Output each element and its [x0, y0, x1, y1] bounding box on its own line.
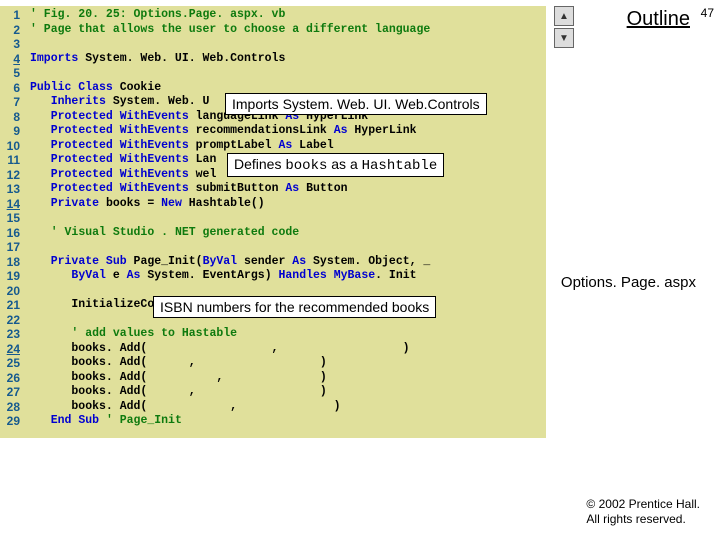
code-block: 1234567891011121314151617181920212223242…	[0, 6, 546, 438]
line-number: 18	[0, 255, 22, 270]
line-number: 20	[0, 284, 22, 299]
copyright-line1: © 2002 Prentice Hall.	[586, 497, 700, 513]
line-number: 17	[0, 240, 22, 255]
callout-isbn: ISBN numbers for the recommended books	[153, 296, 436, 318]
code-line: Protected WithEvents submitButton As But…	[30, 182, 546, 197]
line-number: 28	[0, 400, 22, 415]
code-line: books. Add( , )	[30, 400, 546, 415]
code-line: books. Add( , )	[30, 342, 546, 357]
line-number: 5	[0, 66, 22, 81]
scroll-up-button[interactable]: ▲	[554, 6, 574, 26]
code-line: ByVal e As System. EventArgs) Handles My…	[30, 269, 546, 284]
line-number: 23	[0, 327, 22, 342]
line-number: 29	[0, 414, 22, 429]
line-number: 26	[0, 371, 22, 386]
code-line: Protected WithEvents recommendationsLink…	[30, 124, 546, 139]
line-number: 3	[0, 37, 22, 52]
code-line: books. Add( , )	[30, 356, 546, 371]
line-number: 16	[0, 226, 22, 241]
line-number: 11	[0, 153, 22, 168]
line-number: 6	[0, 81, 22, 96]
line-number: 7	[0, 95, 22, 110]
code-line: ' Fig. 20. 25: Options.Page. aspx. vb	[30, 8, 546, 23]
code-content: ' Fig. 20. 25: Options.Page. aspx. vb' P…	[22, 6, 546, 438]
code-line: Private books = New Hashtable()	[30, 197, 546, 212]
line-number: 24	[0, 342, 22, 357]
slide-number: 47	[701, 6, 714, 20]
code-line: books. Add( , )	[30, 385, 546, 400]
line-number: 4	[0, 52, 22, 67]
callout-hashtable: Defines books as a Hashtable	[227, 153, 444, 177]
copyright-line2: All rights reserved.	[586, 512, 700, 528]
page-file-label: Options. Page. aspx	[561, 274, 696, 291]
line-number: 8	[0, 110, 22, 125]
line-number: 9	[0, 124, 22, 139]
callout-text: Defines	[234, 156, 285, 172]
line-number: 22	[0, 313, 22, 328]
code-line: Imports System. Web. UI. Web.Controls	[30, 52, 546, 67]
callout-text: as a	[327, 156, 361, 172]
line-number: 12	[0, 168, 22, 183]
callout-code: books	[285, 158, 327, 174]
code-line: ' Page that allows the user to choose a …	[30, 23, 546, 38]
code-line: Protected WithEvents promptLabel As Labe…	[30, 139, 546, 154]
line-number: 2	[0, 23, 22, 38]
code-line: Private Sub Page_Init(ByVal sender As Sy…	[30, 255, 546, 270]
code-line: ' Visual Studio . NET generated code	[30, 226, 546, 241]
code-line	[30, 240, 546, 255]
line-number-gutter: 1234567891011121314151617181920212223242…	[0, 6, 22, 438]
line-number: 13	[0, 182, 22, 197]
line-number: 14	[0, 197, 22, 212]
code-line: End Sub ' Page_Init	[30, 414, 546, 429]
line-number: 1	[0, 8, 22, 23]
code-line: books. Add( , )	[30, 371, 546, 386]
line-number: 10	[0, 139, 22, 154]
outline-heading: Outline	[627, 8, 690, 31]
line-number: 19	[0, 269, 22, 284]
callout-imports: Imports System. Web. UI. Web.Controls	[225, 93, 487, 115]
code-line	[30, 37, 546, 52]
line-number: 27	[0, 385, 22, 400]
code-line	[30, 66, 546, 81]
line-number: 15	[0, 211, 22, 226]
copyright: © 2002 Prentice Hall. All rights reserve…	[586, 497, 700, 528]
line-number: 25	[0, 356, 22, 371]
code-line: ' add values to Hastable	[30, 327, 546, 342]
scroll-down-button[interactable]: ▼	[554, 28, 574, 48]
line-number: 21	[0, 298, 22, 313]
callout-code: Hashtable	[362, 158, 438, 174]
code-line	[30, 211, 546, 226]
